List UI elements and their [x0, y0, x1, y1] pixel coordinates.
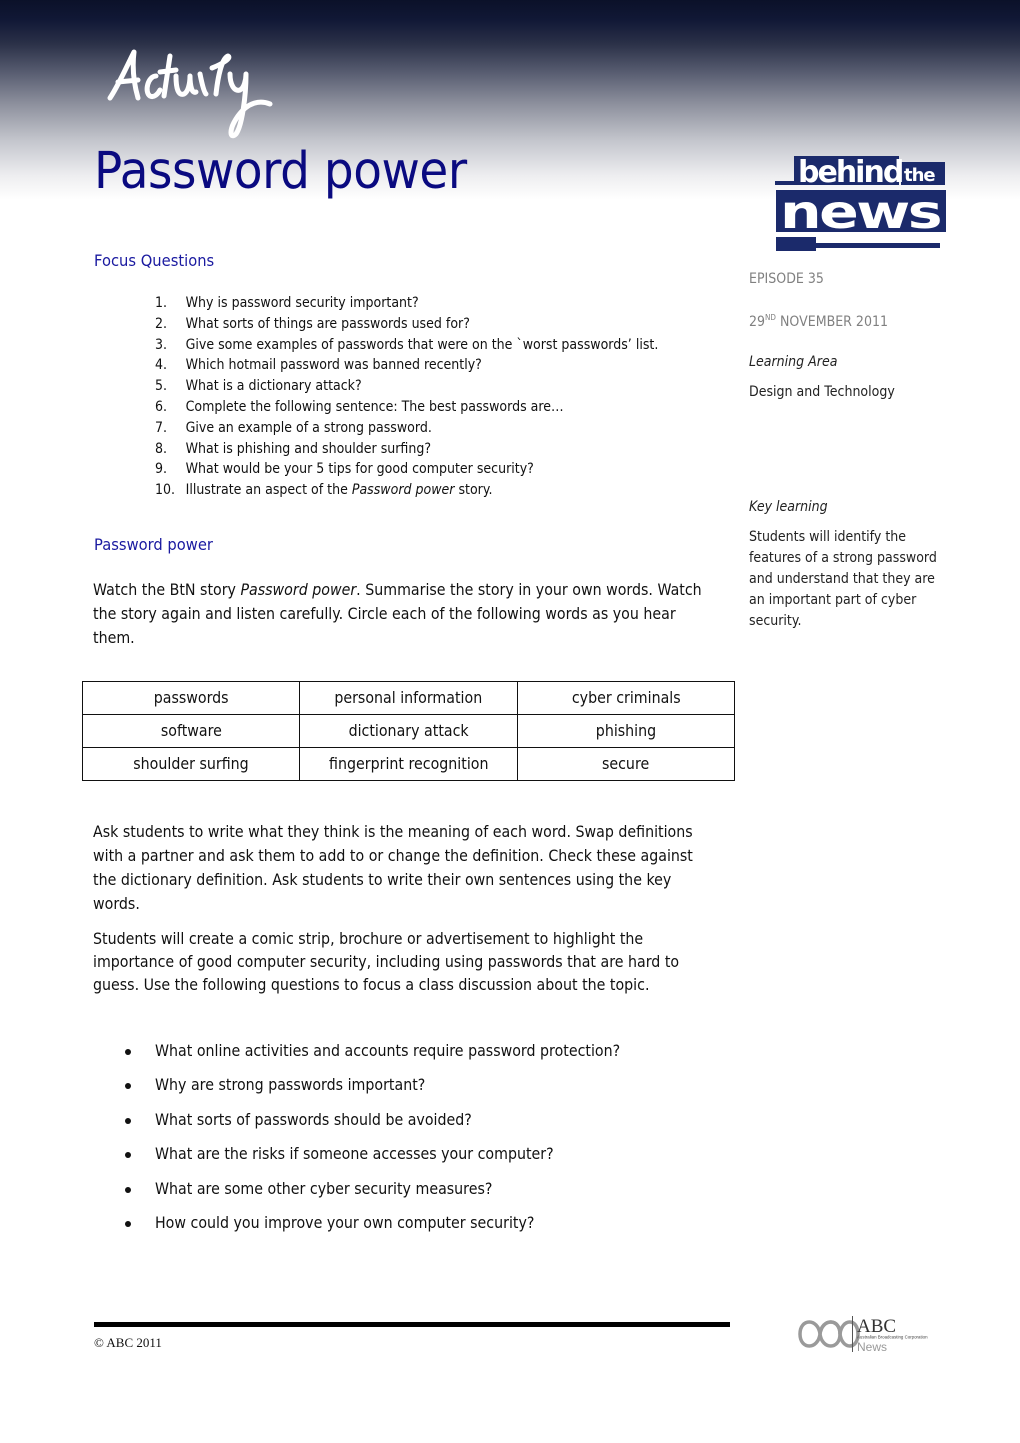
focus-question: 1. Why is password security important? — [155, 295, 419, 311]
focus-question: 2. What sorts of things are passwords use… — [155, 315, 470, 332]
sidebar: EPISODE 35 29ND NOVEMBER 2011 Learning A… — [749, 271, 959, 632]
table-cell: phishing — [516, 714, 736, 748]
table-row: passwords personal information cyber cri… — [81, 681, 736, 715]
bullet-icon — [125, 1152, 131, 1159]
table-row: shoulder surfing fingerprint recognition… — [81, 747, 736, 781]
footer-divider — [94, 1322, 730, 1327]
activity-script-logo: Activity — [107, 49, 273, 139]
focus-question: 7. Give an example of a strong password. — [155, 419, 432, 436]
learning-area-value: Design and Technology — [749, 384, 895, 400]
table-cell: dictionary attack — [299, 714, 518, 748]
svg-text:the: the — [904, 165, 935, 186]
episode-label: EPISODE 35 — [749, 271, 824, 287]
copyright-notice: © ABC 2011 — [94, 1335, 162, 1350]
episode-date: 29ND NOVEMBER 2011 — [749, 313, 889, 330]
table-cell: shoulder surfing — [81, 747, 301, 781]
focus-question: 3. Give some examples of passwords that w… — [155, 336, 659, 353]
svg-text:News: News — [857, 1340, 887, 1354]
activity-paragraph-definitions: Ask students to write what they think is… — [93, 822, 693, 913]
focus-question: 4. Which hotmail password was banned rece… — [155, 357, 482, 374]
table-cell: passwords — [81, 681, 301, 715]
key-learning-text: Students will identify the features of a… — [749, 529, 937, 629]
bullet-icon — [125, 1117, 131, 1124]
activity-heading: Password power — [94, 535, 213, 554]
table-cell: secure — [516, 747, 736, 781]
abc-news-logo: ABC Australian Broadcasting Corporation … — [798, 1316, 928, 1354]
table-cell: software — [81, 714, 301, 748]
focus-question: 6. Complete the following sentence: The b… — [155, 398, 564, 415]
focus-questions-heading: Focus Questions — [94, 251, 215, 270]
key-words-table: passwords personal information cyber cri… — [81, 681, 736, 781]
focus-questions-list: 1. Why is password security important? 2.… — [155, 293, 714, 501]
bullet-icon — [125, 1049, 131, 1055]
table-cell: fingerprint recognition — [299, 747, 518, 781]
bullet-icon — [125, 1083, 131, 1090]
table-row: software dictionary attack phishing — [81, 714, 736, 748]
focus-question: 10. Illustrate an aspect of the Password … — [155, 482, 493, 499]
focus-question: 9. What would be your 5 tips for good com… — [155, 461, 534, 478]
svg-text:news: news — [780, 185, 941, 239]
svg-text:Australian Broadcasting Corpor: Australian Broadcasting Corporation — [857, 1335, 928, 1340]
activity-paragraph-comic: Students will create a comic strip, broc… — [93, 929, 680, 994]
focus-question: 8. What is phishing and shoulder surfing? — [155, 440, 432, 457]
behind-the-news-logo: behind the news news — [775, 155, 946, 251]
activity-intro: Watch the BtN story Password power. Summ… — [93, 580, 702, 647]
table-cell: cyber criminals — [516, 681, 736, 715]
table-cell: personal information — [299, 681, 518, 715]
learning-area-label: Learning Area — [749, 354, 838, 370]
key-learning-label: Key learning — [749, 499, 828, 515]
page-title: Password power — [94, 142, 467, 201]
bullet-icon — [125, 1220, 131, 1227]
focus-question: 5. What is a dictionary attack? — [155, 378, 362, 395]
bullet-icon — [125, 1186, 131, 1193]
